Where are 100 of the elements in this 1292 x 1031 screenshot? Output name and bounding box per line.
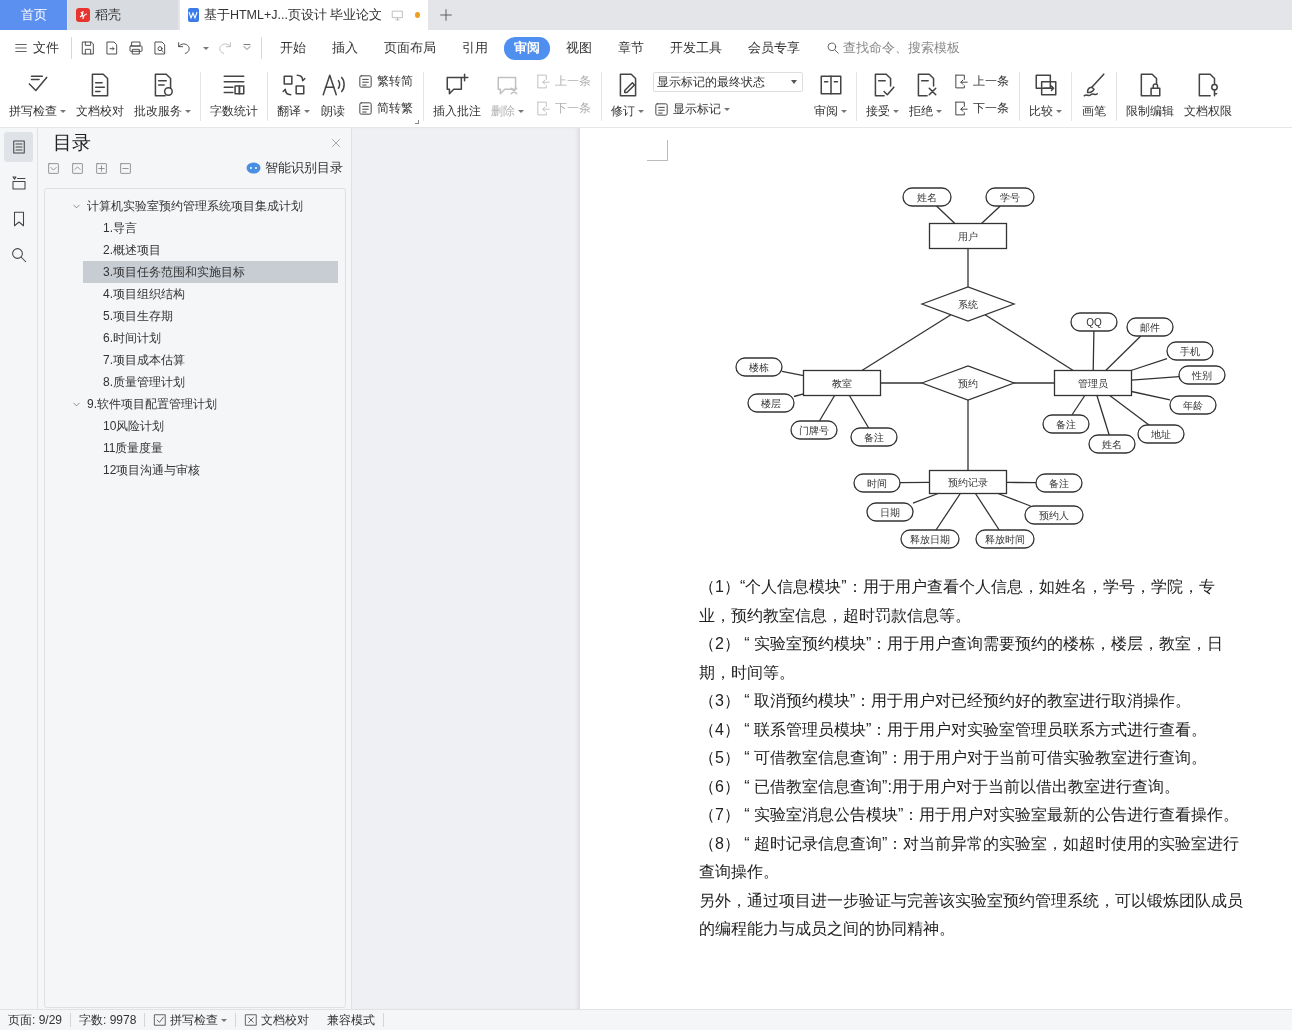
outline-item[interactable]: 6.时间计划 (83, 327, 338, 349)
checkbox-icon (153, 1013, 168, 1027)
outline-item[interactable]: 7.项目成本估算 (83, 349, 338, 371)
print-icon[interactable] (128, 40, 144, 56)
caret-icon (203, 46, 209, 50)
ribbon-button[interactable]: 接受 (861, 66, 904, 127)
ribbon-button[interactable]: 画笔 (1076, 66, 1112, 127)
proofread-button[interactable]: 文档校对 (242, 1011, 312, 1029)
dialog-launcher-icon[interactable] (415, 120, 419, 124)
caret-icon (724, 108, 730, 112)
chapter-icon (9, 174, 28, 192)
spell-check-button[interactable]: 拼写检查 (151, 1011, 230, 1029)
connector-line (967, 247, 969, 288)
markup-icon (653, 100, 670, 118)
caret-icon (841, 110, 847, 114)
ribbon-button[interactable]: 文档校对 (71, 66, 129, 127)
close-icon[interactable] (330, 137, 342, 149)
menu-tab[interactable]: 引用 (452, 36, 498, 60)
brush-icon (1081, 72, 1107, 98)
ribbon-button[interactable]: 繁转简 (357, 73, 413, 90)
ribbon-button[interactable]: 朗读 (315, 66, 351, 127)
menu-tab[interactable]: 页面布局 (374, 36, 446, 60)
paragraph: （5） “ 可借教室信息查询”：用于用户对于当前可借实验教室进行查询。 (699, 748, 1209, 768)
file-menu-button[interactable]: 文件 (10, 39, 63, 57)
outline-item[interactable]: 8.质量管理计划 (83, 371, 338, 393)
outline-item[interactable]: 计算机实验室预约管理系统项目集成计划 (71, 195, 338, 217)
smart-toc-button[interactable]: 智能识别目录 (246, 159, 343, 177)
paragraph: （7） “ 实验室消息公告模块”：用于用户对实验室最新的公告进行查看操作。 (699, 805, 1241, 825)
export-icon[interactable] (104, 40, 120, 56)
menu-tab[interactable]: 插入 (322, 36, 368, 60)
search-field[interactable]: 查找命令、搜索模板 (826, 41, 983, 55)
outline-item[interactable]: 3.项目任务范围和实施目标 (83, 261, 338, 283)
connector-line (879, 382, 923, 384)
caret-icon (936, 110, 942, 114)
connector-line (899, 481, 931, 484)
outline-item[interactable]: 10风险计划 (83, 415, 338, 437)
monitor-icon (391, 8, 405, 22)
caret-icon (791, 80, 797, 85)
collapse-icon[interactable] (47, 161, 60, 175)
search-icon (826, 41, 840, 55)
panel-title: 目录 (53, 131, 91, 155)
ribbon-button[interactable]: 拼写检查 (4, 66, 71, 127)
entity-box: 教室 (802, 369, 882, 397)
ribbon-button[interactable]: 修订 (606, 66, 649, 127)
caret-icon (893, 110, 899, 114)
caret-icon (518, 110, 524, 114)
caret-icon (304, 110, 310, 114)
window-tab[interactable]: 基于HTML+J...页设计 毕业论文 (180, 0, 428, 30)
window-tab[interactable]: 稻壳 (68, 0, 178, 30)
previous-icon (535, 73, 552, 90)
caret-icon (221, 1018, 228, 1022)
ribbon-button[interactable]: 显示标记 (653, 100, 803, 118)
ribbon-button[interactable]: 限制编辑 (1121, 66, 1179, 127)
print-preview-icon[interactable] (152, 40, 168, 56)
outline-tab[interactable] (4, 132, 33, 162)
ribbon-button[interactable]: 拒绝 (904, 66, 947, 127)
connector-line (1005, 481, 1037, 484)
outline-item[interactable]: 11质量度量 (83, 437, 338, 459)
document-logo-icon (188, 8, 199, 22)
ribbon-button[interactable]: 字数统计 (205, 66, 263, 127)
paragraph: （4） “ 联系管理员模块”：用于用户对实验室管理员联系方式进行查看。 (699, 719, 1209, 740)
speaker-icon (320, 72, 346, 98)
relationship-diamond: 系统 (920, 286, 1016, 322)
app-logo-icon (76, 8, 90, 22)
connector-line (935, 205, 956, 225)
ribbon-button[interactable]: 插入批注 (428, 66, 486, 127)
ribbon-button[interactable]: 翻译 (272, 66, 315, 127)
ribbon-button[interactable]: 比较 (1024, 66, 1067, 127)
menu-tab[interactable]: 视图 (556, 36, 602, 60)
ribbon-button[interactable]: 文档权限 (1179, 66, 1237, 127)
outline-item[interactable]: 4.项目组织结构 (83, 283, 338, 305)
minus-icon[interactable] (119, 161, 132, 175)
ribbon-button[interactable]: 审阅 (809, 66, 852, 127)
menu-tab[interactable]: 开始 (270, 36, 316, 60)
outline-item[interactable]: 9.软件项目配置管理计划 (71, 393, 338, 415)
outline-item[interactable]: 12项目沟通与审核 (83, 459, 338, 481)
caret-icon (185, 110, 191, 114)
ribbon-button[interactable]: 简转繁 (357, 100, 413, 117)
paragraph: （8） “ 超时记录信息查询”：对当前异常的实验室，如超时使用的实验室进行查询操作。 (699, 833, 1241, 882)
outline-item[interactable]: 5.项目生存期 (83, 305, 338, 327)
save-icon[interactable] (80, 40, 96, 56)
ribbon-button[interactable]: 上一条 (953, 73, 1009, 90)
word-count[interactable]: 字数: 9978 (77, 1011, 139, 1029)
paragraph: （1）“个人信息模块”：用于用户查看个人信息，如姓名，学号，学院，专业，预约教室信息，超时罚款信息等。 (699, 577, 1216, 626)
paragraph: （6） “ 已借教室信息查询”:用于用户对于当前以借出教室进行查询。 (699, 776, 1181, 797)
undo-icon[interactable] (176, 40, 192, 56)
plus-icon[interactable] (95, 161, 108, 175)
connector-line (1092, 330, 1095, 372)
ribbon-button[interactable]: 下一条 (953, 100, 1009, 117)
menu-tab[interactable]: 章节 (608, 36, 654, 60)
connector-line (793, 393, 805, 398)
entity-box: 管理员 (1053, 369, 1133, 397)
expand-icon[interactable] (71, 161, 84, 175)
ribbon-button[interactable]: 批改服务 (129, 66, 196, 127)
search-icon (9, 246, 28, 264)
outline-item[interactable]: 1.导言 (83, 217, 338, 239)
markup-dropdown[interactable]: 显示标记的最终状态 (653, 72, 803, 93)
menu-tab[interactable]: 开发工具 (660, 36, 732, 60)
menu-tab[interactable]: 会员专享 (738, 36, 810, 60)
outline-item[interactable]: 2.概述项目 (83, 239, 338, 261)
